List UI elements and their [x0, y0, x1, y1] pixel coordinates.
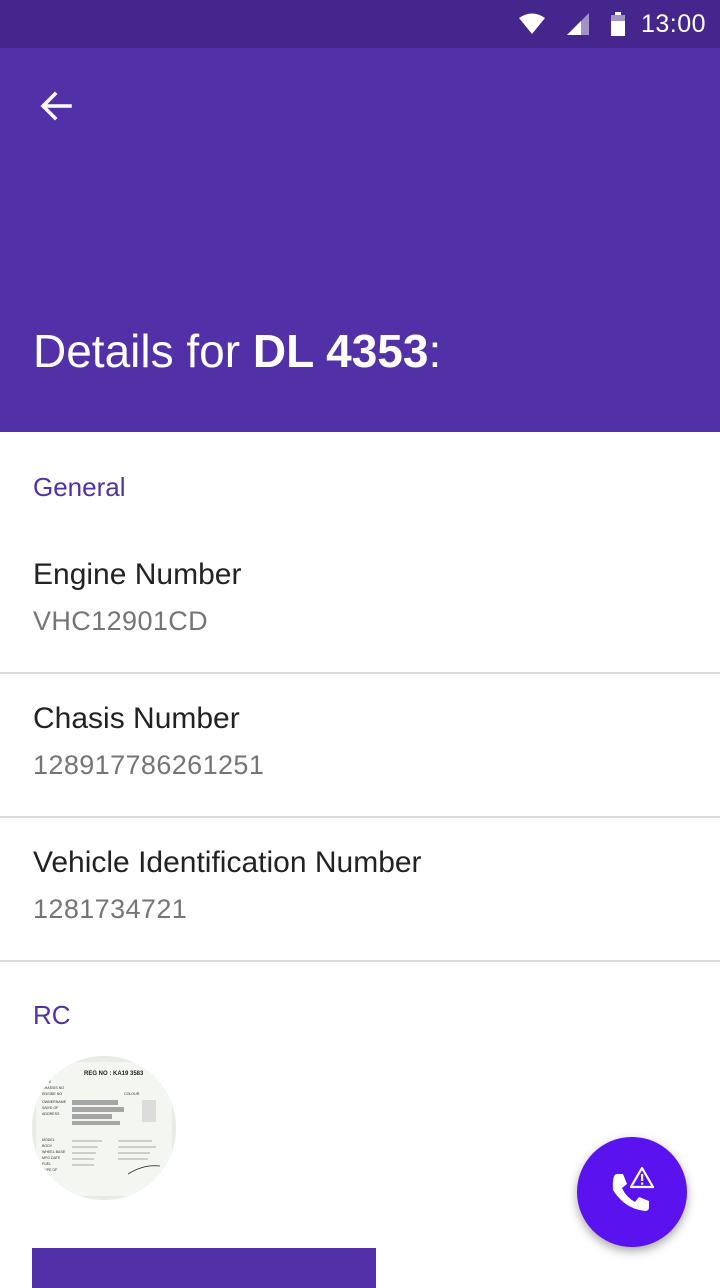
- detail-row-vin[interactable]: Vehicle Identification Number 1281734721: [0, 818, 720, 962]
- rc-line: ADDRESS: [42, 1112, 60, 1116]
- battery-icon: [610, 12, 625, 36]
- rc-line: BODY: [42, 1144, 53, 1148]
- rc-line: FUEL: [42, 1162, 51, 1166]
- rc-line: TYPE OF: [42, 1168, 58, 1172]
- page-title: Details for DL 4353:: [33, 324, 441, 378]
- rc-line: ENGINE NO: [42, 1092, 62, 1096]
- detail-value: 1281734721: [33, 894, 188, 924]
- rc-line: CHASSIS NO: [42, 1086, 64, 1090]
- detail-label: Engine Number: [33, 558, 242, 591]
- status-bar: 13:00: [0, 0, 720, 48]
- detail-row-chasis-number[interactable]: Chasis Number 128917786261251: [0, 674, 720, 818]
- rc-line: MODEL: [42, 1138, 55, 1142]
- title-suffix: :: [428, 325, 442, 377]
- phone-alert-icon: [612, 1166, 655, 1211]
- rc-line: WHEEL BASE: [42, 1150, 66, 1154]
- rc-line: S/W/D OF: [42, 1106, 59, 1110]
- arrow-back-icon: [40, 91, 72, 121]
- detail-label: Vehicle Identification Number: [33, 846, 422, 879]
- detail-value: 128917786261251: [33, 750, 265, 780]
- signal-icon: [566, 13, 589, 35]
- section-header-general: General: [33, 472, 126, 502]
- rc-line: COLOUR: [124, 1092, 140, 1096]
- app-bar: Details for DL 4353:: [0, 48, 720, 432]
- title-vehicle: DL 4353: [252, 325, 429, 377]
- action-button[interactable]: [32, 1248, 376, 1288]
- title-prefix: Details for: [33, 325, 253, 377]
- detail-label: Chasis Number: [33, 702, 240, 735]
- emergency-call-fab[interactable]: [577, 1137, 687, 1247]
- detail-value: VHC12901CD: [33, 606, 209, 636]
- rc-line: OWNERNAME: [42, 1100, 67, 1104]
- status-time: 13:00: [640, 9, 706, 38]
- section-header-rc: RC: [33, 1000, 71, 1030]
- detail-row-engine-number[interactable]: Engine Number VHC12901CD: [0, 530, 720, 674]
- rc-line: DATE: [42, 1080, 52, 1084]
- rc-reg-no: REG NO : KA19 3583: [84, 1071, 144, 1077]
- rc-document-image[interactable]: REG NO : KA19 3583 DATE CHASSIS NO ENGIN…: [32, 1056, 176, 1200]
- rc-line: MFG DATE: [42, 1156, 61, 1160]
- wifi-icon: [518, 13, 545, 35]
- back-button[interactable]: [26, 76, 86, 136]
